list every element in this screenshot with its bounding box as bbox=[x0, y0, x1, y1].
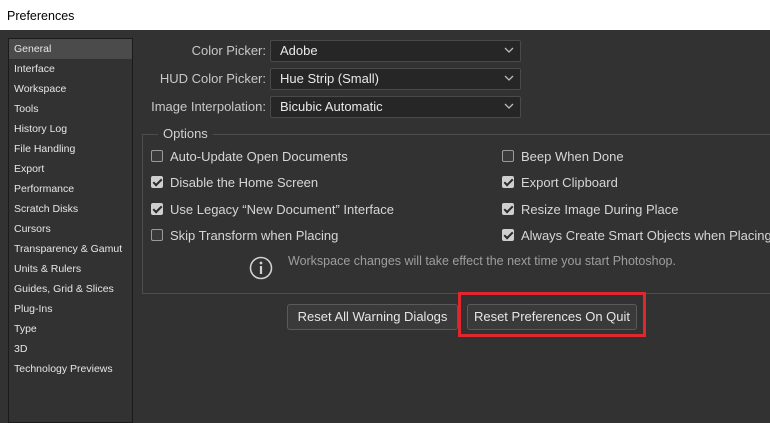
sidebar-item-type[interactable]: Type bbox=[9, 319, 132, 339]
export-clipboard-checkbox[interactable]: Export Clipboard bbox=[502, 174, 618, 190]
chevron-down-icon bbox=[504, 103, 514, 109]
smart-objects-label: Always Create Smart Objects when Placing bbox=[521, 227, 770, 243]
sidebar-item-interface[interactable]: Interface bbox=[9, 59, 132, 79]
workspace-info-text: Workspace changes will take effect the n… bbox=[288, 254, 676, 268]
options-title: Options bbox=[158, 126, 213, 141]
export-clipboard-label: Export Clipboard bbox=[521, 174, 618, 190]
window-title: Preferences bbox=[0, 0, 770, 30]
sidebar-item-units-rulers[interactable]: Units & Rulers bbox=[9, 259, 132, 279]
sidebar-item-history-log[interactable]: History Log bbox=[9, 119, 132, 139]
resize-image-label: Resize Image During Place bbox=[521, 201, 679, 217]
checkbox-checked-icon bbox=[502, 203, 514, 215]
skip-transform-checkbox[interactable]: Skip Transform when Placing bbox=[151, 227, 338, 243]
auto-update-label: Auto-Update Open Documents bbox=[170, 148, 348, 164]
checkbox-unchecked-icon bbox=[502, 150, 514, 162]
color-picker-value: Adobe bbox=[280, 43, 318, 58]
disable-home-screen-checkbox[interactable]: Disable the Home Screen bbox=[151, 174, 318, 190]
sidebar-item-workspace[interactable]: Workspace bbox=[9, 79, 132, 99]
info-icon bbox=[249, 256, 273, 280]
sidebar-item-technology-previews[interactable]: Technology Previews bbox=[9, 359, 132, 379]
hud-color-picker-value: Hue Strip (Small) bbox=[280, 71, 379, 86]
checkbox-unchecked-icon bbox=[151, 229, 163, 241]
hud-color-picker-label: HUD Color Picker: bbox=[159, 71, 266, 86]
skip-transform-label: Skip Transform when Placing bbox=[170, 227, 339, 243]
legacy-new-document-checkbox[interactable]: Use Legacy “New Document” Interface bbox=[151, 201, 394, 217]
smart-objects-checkbox[interactable]: Always Create Smart Objects when Placing bbox=[502, 227, 770, 243]
reset-warning-dialogs-button[interactable]: Reset All Warning Dialogs bbox=[287, 304, 458, 330]
image-interpolation-label: Image Interpolation: bbox=[151, 99, 266, 114]
chevron-down-icon bbox=[504, 47, 514, 53]
checkbox-checked-icon bbox=[502, 229, 514, 241]
beep-when-done-label: Beep When Done bbox=[521, 148, 624, 164]
sidebar-item-file-handling[interactable]: File Handling bbox=[9, 139, 132, 159]
checkbox-checked-icon bbox=[502, 176, 514, 188]
color-picker-label: Color Picker: bbox=[191, 43, 266, 58]
disable-home-screen-label: Disable the Home Screen bbox=[170, 174, 319, 190]
highlight-box bbox=[458, 292, 646, 337]
sidebar-item-general[interactable]: General bbox=[9, 39, 132, 59]
legacy-new-document-label: Use Legacy “New Document” Interface bbox=[170, 201, 394, 217]
sidebar-item-guides-grid-slices[interactable]: Guides, Grid & Slices bbox=[9, 279, 132, 299]
sidebar-item-plug-ins[interactable]: Plug-Ins bbox=[9, 299, 132, 319]
checkbox-checked-icon bbox=[151, 203, 163, 215]
beep-when-done-checkbox[interactable]: Beep When Done bbox=[502, 148, 624, 164]
hud-color-picker-select[interactable]: Hue Strip (Small) bbox=[270, 68, 521, 90]
sidebar-item-tools[interactable]: Tools bbox=[9, 99, 132, 119]
sidebar-item-export[interactable]: Export bbox=[9, 159, 132, 179]
sidebar-item-performance[interactable]: Performance bbox=[9, 179, 132, 199]
sidebar-item-3d[interactable]: 3D bbox=[9, 339, 132, 359]
auto-update-checkbox[interactable]: Auto-Update Open Documents bbox=[151, 148, 348, 164]
image-interpolation-select[interactable]: Bicubic Automatic bbox=[270, 96, 521, 118]
preferences-sidebar: General Interface Workspace Tools Histor… bbox=[8, 38, 133, 423]
sidebar-item-transparency-gamut[interactable]: Transparency & Gamut bbox=[9, 239, 132, 259]
sidebar-item-cursors[interactable]: Cursors bbox=[9, 219, 132, 239]
checkbox-checked-icon bbox=[151, 176, 163, 188]
image-interpolation-value: Bicubic Automatic bbox=[280, 99, 383, 114]
color-picker-select[interactable]: Adobe bbox=[270, 40, 521, 62]
sidebar-item-scratch-disks[interactable]: Scratch Disks bbox=[9, 199, 132, 219]
chevron-down-icon bbox=[504, 75, 514, 81]
checkbox-unchecked-icon bbox=[151, 150, 163, 162]
resize-image-checkbox[interactable]: Resize Image During Place bbox=[502, 201, 679, 217]
